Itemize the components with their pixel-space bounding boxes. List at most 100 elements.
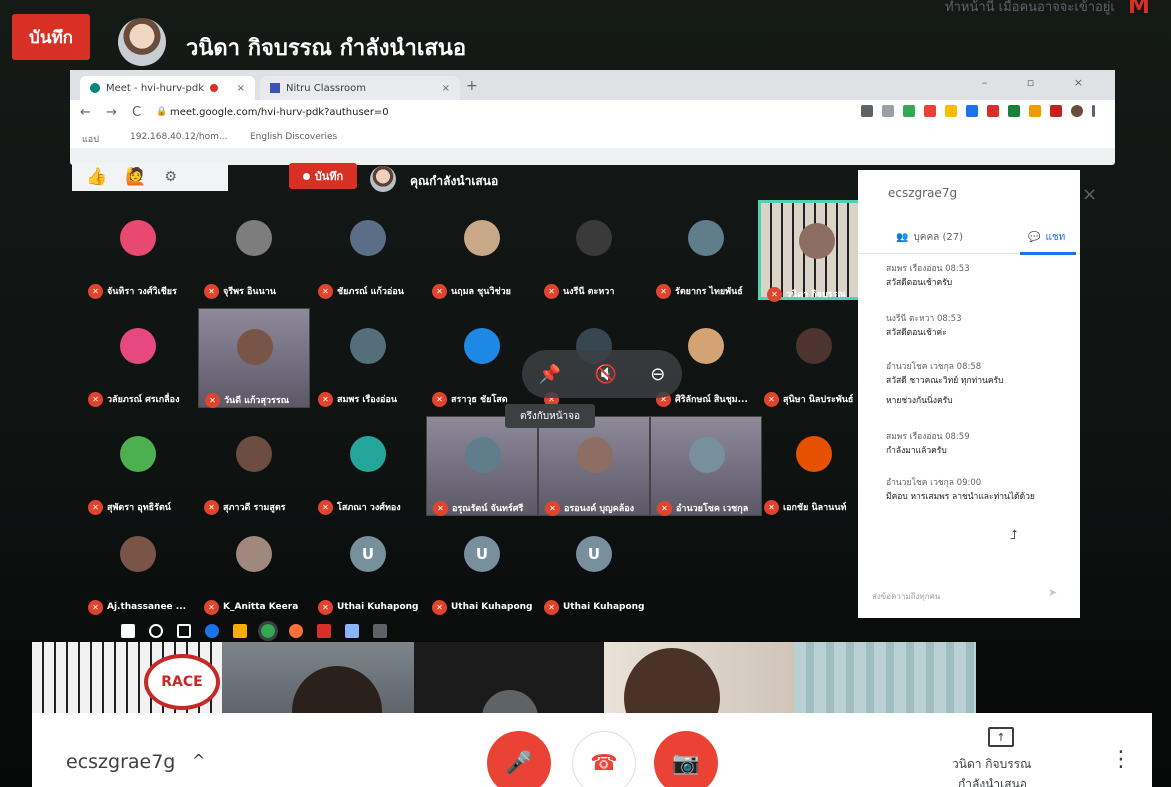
mic-off-icon: ✕ — [432, 283, 447, 299]
participant-tile[interactable]: ✕ สุนิษา นิลประพันธ์ — [758, 308, 870, 408]
participant-tile[interactable]: ✕ อำนวยโชค เวชกุล — [650, 416, 762, 516]
participant-tile[interactable]: ✕ จุรีพร อินนาน — [198, 200, 310, 300]
extension-icon[interactable] — [966, 105, 978, 117]
meeting-code[interactable]: ecszgrae7g — [66, 751, 175, 773]
extension-icon[interactable] — [987, 105, 999, 117]
participant-tile[interactable]: U ✕ Uthai Kuhapong — [312, 516, 424, 616]
participant-tile[interactable]: ✕ จันทิรา วงศ์วิเชียร — [82, 200, 194, 300]
participant-name-label: นฤมล ชุนวิช่วย — [451, 287, 511, 297]
participant-tile[interactable]: ✕ K_Anitta Keera — [198, 516, 310, 616]
task-view-icon[interactable] — [177, 624, 191, 638]
settings-icon[interactable]: ⚙ — [164, 169, 177, 185]
message-sender: อำนวยโชค เวชกุล 08:58 — [886, 362, 982, 372]
meeting-controls-bar: ecszgrae7g ^ 🎤 ☎ 📷 ↑ วนิดา กิจบรรณ กำลัง… — [32, 713, 1152, 787]
close-icon[interactable]: × — [1082, 184, 1097, 205]
participant-name: ✕ K_Anitta Keera — [204, 598, 314, 616]
app-icon[interactable] — [317, 624, 331, 638]
participant-tile[interactable]: ✕ วนิดา กิจบรรณ — [758, 200, 870, 302]
chrome-icon[interactable] — [258, 621, 278, 641]
participant-tile[interactable]: ✕ วันดี แก้วสุวรรณ — [198, 308, 310, 408]
mic-off-icon: ✕ — [433, 500, 448, 516]
search-icon[interactable] — [149, 624, 163, 638]
tab-classroom[interactable]: Nitru Classroom × — [260, 76, 460, 100]
edge-icon[interactable] — [205, 624, 219, 638]
extension-icon[interactable] — [1050, 105, 1062, 117]
participant-tile[interactable]: ✕ สุภาวดี รามสูตร — [198, 416, 310, 516]
mute-participant-icon[interactable]: 🔇 — [594, 364, 616, 385]
avatar — [689, 437, 725, 473]
new-tab-button[interactable]: + — [466, 78, 478, 94]
participant-tile[interactable]: ✕ อรุณรัตน์ จันทร์ศรี — [426, 416, 538, 516]
extension-icon[interactable] — [903, 105, 915, 117]
remove-participant-icon[interactable]: ⊖ — [650, 364, 665, 385]
reload-icon[interactable]: C — [132, 105, 141, 120]
participant-tile[interactable]: ✕ Aj.thassanee ... — [82, 516, 194, 616]
file-explorer-icon[interactable] — [233, 624, 247, 638]
camera-off-button[interactable]: 📷 — [654, 731, 718, 787]
video-tile-person — [222, 642, 414, 722]
windows-start-icon[interactable] — [121, 624, 135, 638]
tab-close-icon[interactable]: × — [442, 83, 450, 94]
tab-people[interactable]: 👥 บุคคล (27) — [896, 230, 963, 245]
participant-tile[interactable]: ✕ นฤมล ชุนวิช่วย — [426, 200, 538, 300]
participant-tile[interactable]: ✕ เอกชัย นิลานนท์ — [758, 416, 870, 516]
people-icon: 👥 — [896, 232, 909, 243]
participant-tile[interactable]: ✕ นงรีนี ตะหวา — [538, 200, 650, 300]
extension-icon[interactable] — [924, 105, 936, 117]
participant-tile[interactable]: ✕ สราวุธ ชัยโสด — [426, 308, 538, 408]
window-controls[interactable]: – ▫ × — [982, 76, 1101, 89]
thumbs-up-icon[interactable]: 👍 — [86, 167, 107, 187]
inner-meet-toolbar: 👍 🙋 ⚙ — [72, 163, 228, 191]
extension-icon[interactable] — [1029, 105, 1041, 117]
bookmark-local-ip[interactable]: 192.168.40.12/hom... — [130, 132, 227, 142]
more-options-icon[interactable]: ⋮ — [1110, 747, 1132, 772]
present-screen-icon[interactable]: ↑ — [988, 727, 1014, 747]
mic-off-icon: ✕ — [204, 283, 219, 299]
app-icon[interactable] — [345, 624, 359, 638]
profile-avatar-icon[interactable] — [1071, 105, 1083, 117]
presenting-status: วนิดา กิจบรรณ กำลังนำเสนอ — [186, 36, 467, 61]
extension-icon[interactable] — [1008, 105, 1020, 117]
participant-name-label: สราวุธ ชัยโสด — [451, 395, 508, 405]
firefox-icon[interactable] — [289, 624, 303, 638]
participant-tile[interactable]: ✕ โสภณา วงศ์ทอง — [312, 416, 424, 516]
participant-tile[interactable]: ✕ วลัยภรณ์ ศรเกลื่อง — [82, 308, 194, 408]
participant-tile[interactable]: ✕ สมพร เรืองอ่อน — [312, 308, 424, 408]
raise-hand-icon[interactable]: 🙋 — [125, 167, 146, 187]
avatar: U — [576, 536, 612, 572]
star-icon[interactable] — [882, 105, 894, 117]
mic-off-button[interactable]: 🎤 — [487, 731, 551, 787]
menu-dots-icon[interactable] — [1092, 105, 1095, 117]
participant-tile[interactable]: ✕ สุพัตรา อุทธิรัตน์ — [82, 416, 194, 516]
participant-tile[interactable]: U ✕ Uthai Kuhapong — [426, 516, 538, 616]
mic-off-icon: ✕ — [545, 500, 560, 516]
bookmark-apps[interactable]: แอป — [82, 132, 99, 146]
chevron-up-icon[interactable]: ^ — [192, 751, 205, 770]
chat-input[interactable]: ส่งข้อความถึงทุกคน — [872, 590, 940, 603]
send-icon[interactable]: ➤ — [1048, 586, 1057, 599]
chat-side-panel: ecszgrae7g × 👥 บุคคล (27) 💬 แชท สมพร เรื… — [858, 170, 1097, 618]
pin-icon[interactable]: 📌 — [539, 364, 561, 385]
tab-meet[interactable]: Meet - hvi-hurv-pdk × — [80, 76, 255, 100]
avatar — [799, 223, 835, 259]
bookmark-english-discoveries[interactable]: English Discoveries — [250, 132, 337, 142]
forward-icon[interactable]: → — [106, 105, 117, 120]
chat-message: อำนวยโชค เวชกุล 09:00 มีคอบ หารเสมพร ลาชน… — [886, 476, 1071, 504]
participant-tile[interactable]: ✕ ชัยภรณ์ แก้วอ่อน — [312, 200, 424, 300]
url-field[interactable]: meet.google.com/hvi-hurv-pdk?authuser=0 — [170, 107, 389, 118]
avatar — [236, 536, 272, 572]
participant-tile[interactable]: ✕ อรอนงค์ บุญคล้อง — [538, 416, 650, 516]
app-icon[interactable] — [373, 624, 387, 638]
tab-chat[interactable]: 💬 แชท — [1019, 230, 1077, 255]
cast-icon[interactable] — [861, 105, 873, 117]
gmail-icon[interactable]: M — [1128, 0, 1150, 19]
hang-up-button[interactable]: ☎ — [572, 731, 636, 787]
extension-icon[interactable] — [945, 105, 957, 117]
participant-tile[interactable]: ✕ รัตยากร ไทยพันธ์ — [650, 200, 762, 300]
back-icon[interactable]: ← — [80, 105, 91, 120]
participant-name-label: วันดี แก้วสุวรรณ — [224, 396, 290, 406]
participant-tile[interactable]: U ✕ Uthai Kuhapong — [538, 516, 650, 616]
participant-name: ✕ สุพัตรา อุทธิรัตน์ — [88, 498, 198, 516]
mic-off-icon: ✕ — [205, 392, 220, 408]
tab-close-icon[interactable]: × — [237, 83, 245, 94]
